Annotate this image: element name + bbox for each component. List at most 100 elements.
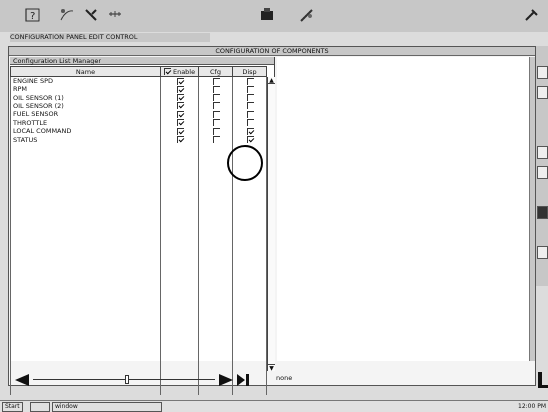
row-checkbox[interactable] [177,127,184,135]
row-checkbox[interactable] [213,102,220,110]
row-name: THROTTLE [10,118,161,127]
scroll-thumb[interactable] [125,375,129,384]
empty-cell [198,353,233,362]
list-vertical-scrollbar[interactable]: ▲ ▼ [267,77,275,372]
row-checkbox[interactable] [177,110,184,118]
scroll-end-arrow-icon[interactable] [237,374,249,386]
row-checkbox[interactable] [247,127,254,135]
header-checkbox[interactable] [163,68,171,75]
annotation-circle [227,145,263,181]
empty-row [10,219,267,228]
empty-row [10,185,267,195]
row-cell-c2 [198,118,233,127]
row-checkbox[interactable] [213,119,220,127]
empty-cell [198,361,233,371]
row-checkbox[interactable] [247,136,254,144]
help-icon[interactable]: ? [22,4,44,26]
title-strip: CONFIGURATION PANEL EDIT CONTROL [10,33,210,42]
row-checkbox[interactable] [213,77,220,85]
scroll-track[interactable] [33,379,215,380]
taskbar-item-1[interactable] [30,402,50,412]
column-header-cfg[interactable]: Cfg [198,66,233,77]
empty-cell [10,210,161,220]
empty-cell [10,269,161,278]
table-row[interactable]: OIL SENSOR (2) [10,101,267,111]
empty-cell [232,210,267,220]
paint-icon[interactable] [56,4,78,26]
horizontal-scrollbar[interactable] [15,374,283,386]
table-row[interactable]: ENGINE SPD [10,76,267,85]
row-checkbox[interactable] [177,77,184,85]
empty-cell [232,319,267,329]
table-row[interactable]: OIL SENSOR (1) [10,93,267,102]
row-checkbox[interactable] [213,136,220,144]
empty-cell [10,185,161,195]
row-checkbox[interactable] [177,119,184,127]
row-checkbox[interactable] [177,136,184,144]
empty-row [10,202,267,211]
brush-icon[interactable] [296,4,318,26]
empty-cell [198,328,233,337]
start-button[interactable]: Start [2,402,23,412]
table-row[interactable]: THROTTLE [10,118,267,127]
empty-cell [198,345,233,354]
empty-cell [160,311,199,320]
row-name: OIL SENSOR (1) [10,93,161,102]
side-button-6[interactable] [537,246,548,259]
row-cell-c3 [232,118,267,127]
row-cell-c3 [232,126,267,136]
empty-cell [232,261,267,270]
column-header-name[interactable]: Name [10,66,161,77]
row-checkbox[interactable] [247,102,254,110]
row-checkbox[interactable] [247,77,254,85]
row-cell-c2 [198,76,233,85]
empty-cell [160,194,199,203]
scroll-right-arrow-icon[interactable] [219,374,233,386]
document-icon[interactable] [256,4,278,26]
row-checkbox[interactable] [177,102,184,110]
empty-cell [232,244,267,253]
scroll-down-arrow-icon[interactable]: ▼ [268,364,275,372]
table-row[interactable]: LOCAL COMMAND [10,126,267,136]
row-cell-c1 [160,110,199,119]
table-row[interactable]: RPM [10,85,267,94]
empty-cell [160,252,199,262]
empty-cell [10,286,161,295]
row-checkbox[interactable] [247,94,254,102]
column-header-enable[interactable]: Enable [160,66,199,77]
table-row[interactable]: FUEL SENSOR [10,110,267,119]
empty-row [10,353,267,362]
empty-cell [10,252,161,262]
empty-row [10,210,267,220]
corner-icon[interactable] [520,4,542,26]
column-header-disp[interactable]: Disp [232,66,267,77]
row-checkbox[interactable] [213,94,220,102]
row-checkbox[interactable] [247,119,254,127]
scroll-up-arrow-icon[interactable]: ▲ [268,77,275,84]
empty-cell [10,319,161,329]
table-row[interactable]: STATUS [10,135,267,144]
empty-cell [160,286,199,295]
side-button-3[interactable] [537,146,548,159]
side-button-5[interactable] [537,206,548,219]
row-checkbox[interactable] [213,110,220,118]
resize-corner-icon[interactable] [538,372,548,388]
scroll-left-arrow-icon[interactable] [15,374,29,386]
row-name: FUEL SENSOR [10,110,161,119]
row-checkbox[interactable] [177,85,184,93]
empty-cell [10,294,161,304]
component-list-pane: Configuration List Manager Name Enable C… [10,57,275,396]
row-checkbox[interactable] [177,94,184,102]
row-checkbox[interactable] [247,85,254,93]
row-checkbox[interactable] [213,127,220,135]
side-button-2[interactable] [537,86,548,99]
row-checkbox[interactable] [213,85,220,93]
tools-icon[interactable] [80,4,102,26]
row-checkbox[interactable] [247,110,254,118]
detail-vertical-scrollbar[interactable] [529,57,535,361]
side-button-4[interactable] [537,166,548,179]
empty-cell [198,168,233,178]
taskbar-item-2[interactable]: window [52,402,162,412]
ruler-icon[interactable] [104,4,126,26]
side-button-1[interactable] [537,66,548,79]
